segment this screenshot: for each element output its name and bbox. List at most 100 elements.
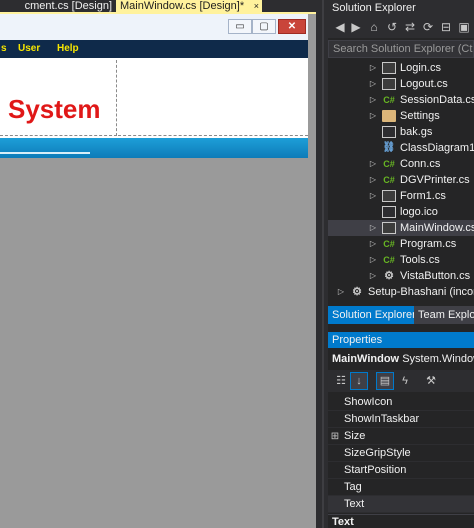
expand-arrow-icon[interactable]: ▷ xyxy=(368,172,378,188)
tool-windows-pane: Solution Explorer ◀ ▶ ⌂ ↺ ⇄ ⟳ ⊟ ▣ Search… xyxy=(328,0,474,528)
form-menubar: s User Help xyxy=(0,40,308,58)
property-row[interactable]: ⊞ Size xyxy=(328,428,474,445)
tree-item-label: Settings xyxy=(400,110,440,122)
menu-item-user[interactable]: User xyxy=(18,40,40,58)
form-titlebar[interactable]: ▭ ▢ ✕ xyxy=(0,14,308,40)
tab-document-design[interactable]: cment.cs [Design] xyxy=(0,0,116,12)
home-icon[interactable]: ⌂ xyxy=(366,19,382,35)
expand-arrow-icon[interactable]: ▷ xyxy=(368,252,378,268)
menu-item-partial[interactable]: s xyxy=(1,40,7,58)
properties-view-icon[interactable]: ▤ xyxy=(376,372,394,390)
csharp-file-icon: C# xyxy=(383,95,395,105)
tree-item[interactable]: logo.ico xyxy=(328,204,474,220)
expand-arrow-icon[interactable]: ▷ xyxy=(336,284,346,300)
minimize-button[interactable]: ▭ xyxy=(228,19,252,34)
property-name: SizeGripStyle xyxy=(344,447,411,459)
property-row[interactable]: Text xyxy=(328,496,474,513)
solution-tree: ▷ Login.cs ▷ Logout.cs ▷ C# SessionData.cs ▷ Set… xyxy=(328,60,474,306)
refresh-icon[interactable]: ⟳ xyxy=(420,19,436,35)
tree-item[interactable]: ▷ Settings xyxy=(328,108,474,124)
tab-solution-explorer[interactable]: Solution Explorer xyxy=(328,306,416,324)
property-name: Size xyxy=(344,430,366,442)
tree-item-label: Conn.cs xyxy=(400,158,441,170)
properties-object-selector[interactable]: MainWindow System.Windows.Forms.Form xyxy=(328,350,474,368)
tree-item-label: SessionData.cs xyxy=(400,94,474,106)
alphabetical-icon[interactable]: ↓ xyxy=(350,372,368,390)
tree-item[interactable]: ▷ ⚙ VistaButton.cs xyxy=(328,268,474,284)
system-title-label[interactable]: System xyxy=(8,94,101,125)
sync-icon[interactable]: ⇄ xyxy=(402,19,418,35)
form-file-icon xyxy=(382,62,396,74)
property-row[interactable]: ShowIcon xyxy=(328,394,474,411)
tree-item[interactable]: bak.gs xyxy=(328,124,474,140)
object-type: System.Windows.Forms.Form xyxy=(402,353,474,365)
form-body: System xyxy=(0,58,308,150)
categorized-icon[interactable]: ☷ xyxy=(332,372,350,390)
solution-explorer-title[interactable]: Solution Explorer xyxy=(328,0,474,16)
tree-item[interactable]: ⛓ ClassDiagram1.cd xyxy=(328,140,474,156)
history-icon[interactable]: ↺ xyxy=(384,19,400,35)
property-gutter xyxy=(328,496,342,513)
solution-explorer-toolbar: ◀ ▶ ⌂ ↺ ⇄ ⟳ ⊟ ▣ xyxy=(328,16,474,38)
tree-item[interactable]: ▷ C# Conn.cs xyxy=(328,156,474,172)
tab-team-explorer[interactable]: Team Explorer xyxy=(414,306,474,324)
expand-arrow-icon[interactable]: ▷ xyxy=(368,76,378,92)
property-row[interactable]: SizeGripStyle xyxy=(328,445,474,462)
title-panel[interactable]: System xyxy=(0,60,117,136)
expand-arrow-icon[interactable]: ▷ xyxy=(368,236,378,252)
tree-item[interactable]: ▷ C# Program.cs xyxy=(328,236,474,252)
tree-item[interactable]: ▷ Login.cs xyxy=(328,60,474,76)
expand-arrow-icon[interactable]: ▷ xyxy=(368,60,378,76)
events-icon[interactable]: ϟ xyxy=(396,372,414,390)
tree-item[interactable]: ▷ C# Tools.cs xyxy=(328,252,474,268)
menu-item-help[interactable]: Help xyxy=(57,40,79,58)
close-button[interactable]: ✕ xyxy=(278,19,306,34)
property-name: ShowIcon xyxy=(344,396,393,408)
close-icon[interactable]: × xyxy=(254,0,259,12)
tree-item[interactable]: ▷ Logout.cs xyxy=(328,76,474,92)
tree-item-label: Program.cs xyxy=(400,238,457,250)
csharp-file-icon: C# xyxy=(383,239,395,249)
property-row[interactable]: ShowInTaskbar xyxy=(328,411,474,428)
property-row[interactable]: StartPosition xyxy=(328,462,474,479)
designed-form[interactable]: ▭ ▢ ✕ s User Help System xyxy=(0,14,308,158)
header-panel[interactable] xyxy=(118,60,308,136)
maximize-button[interactable]: ▢ xyxy=(252,19,276,34)
solution-explorer-search-input[interactable]: Search Solution Explorer (Ctrl+;) xyxy=(328,40,474,58)
form-file-icon xyxy=(382,78,396,90)
forward-icon[interactable]: ▶ xyxy=(348,19,364,35)
expand-arrow-icon[interactable]: ▷ xyxy=(368,156,378,172)
file-icon xyxy=(382,126,396,138)
tree-item-label: Tools.cs xyxy=(400,254,440,266)
tree-item-label: Setup-Bhashani (incompatible) xyxy=(368,286,474,298)
tree-item[interactable]: ▷ MainWindow.cs xyxy=(328,220,474,236)
back-icon[interactable]: ◀ xyxy=(332,19,348,35)
splitter-bar xyxy=(322,0,324,528)
tree-item[interactable]: ▷ C# SessionData.cs xyxy=(328,92,474,108)
form-file-icon xyxy=(382,222,396,234)
document-tab-strip: cment.cs [Design] MainWindow.cs [Design]… xyxy=(0,0,316,12)
project-icon: ⚙ xyxy=(352,286,362,298)
properties-title[interactable]: Properties xyxy=(328,332,474,348)
tree-item[interactable]: ▷ C# DGVPrinter.cs xyxy=(328,172,474,188)
project-icon: ⚙ xyxy=(384,270,394,282)
tree-item[interactable]: ▷ Form1.cs xyxy=(328,188,474,204)
csharp-file-icon: C# xyxy=(383,255,395,265)
blue-banner-strip[interactable] xyxy=(0,138,308,158)
tree-item-label: Form1.cs xyxy=(400,190,446,202)
property-gutter xyxy=(328,445,342,462)
properties-icon[interactable]: ▣ xyxy=(456,19,472,35)
expand-arrow-icon[interactable]: ▷ xyxy=(368,92,378,108)
designer-pane: cment.cs [Design] MainWindow.cs [Design]… xyxy=(0,0,316,528)
collapse-icon[interactable]: ⊟ xyxy=(438,19,454,35)
expand-arrow-icon[interactable]: ▷ xyxy=(368,108,378,124)
expand-arrow-icon[interactable]: ▷ xyxy=(368,220,378,236)
property-pages-icon[interactable]: ⚒ xyxy=(422,372,440,390)
tab-mainwindow-design[interactable]: MainWindow.cs [Design]* × xyxy=(116,0,262,12)
property-row[interactable]: Tag xyxy=(328,479,474,496)
expand-arrow-icon[interactable]: ▷ xyxy=(368,268,378,284)
expand-arrow-icon[interactable]: ▷ xyxy=(368,188,378,204)
tree-item[interactable]: ▷ ⚙ Setup-Bhashani (incompatible) xyxy=(328,284,474,300)
design-surface[interactable]: ▭ ▢ ✕ s User Help System xyxy=(0,14,316,528)
expand-plus-icon[interactable]: ⊞ xyxy=(328,428,342,445)
